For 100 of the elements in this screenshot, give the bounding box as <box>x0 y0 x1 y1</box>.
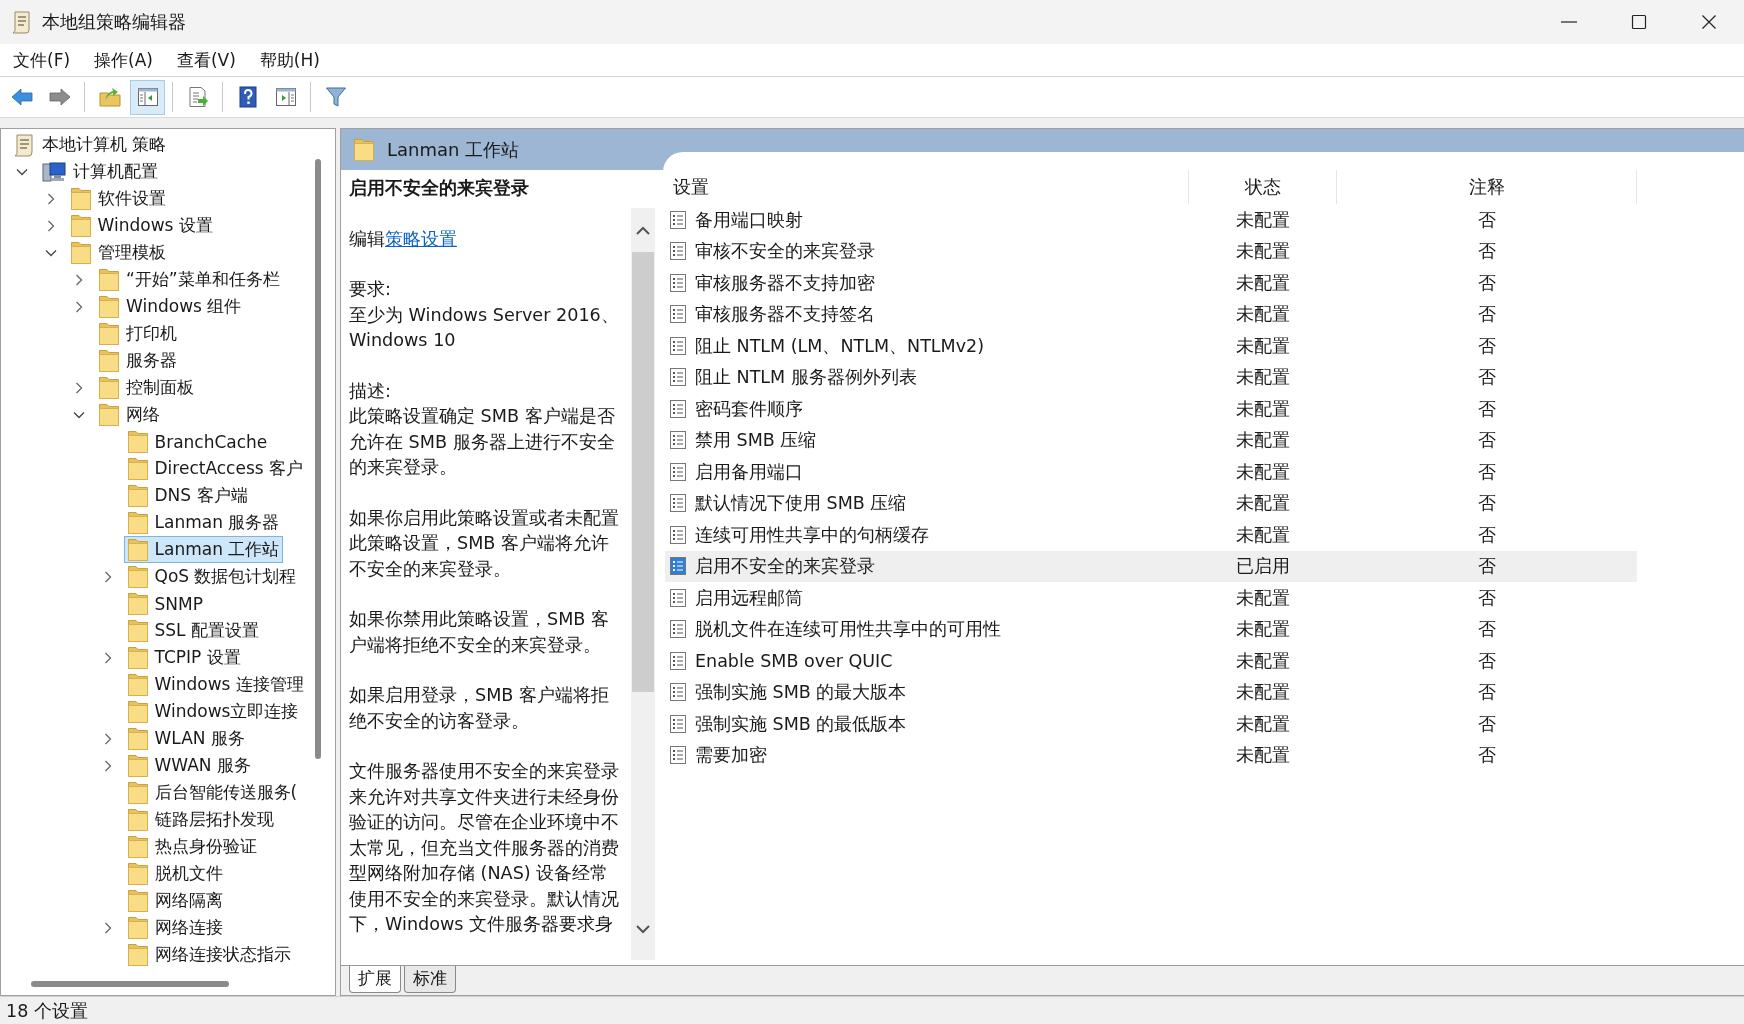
help-icon <box>236 86 259 108</box>
folder-icon <box>126 753 149 778</box>
view-tab[interactable]: 扩展 <box>349 966 401 993</box>
tree-item[interactable]: 控制面板 <box>95 374 198 401</box>
setting-name: 启用远程邮筒 <box>695 586 803 610</box>
setting-name: 启用不安全的来宾登录 <box>695 555 875 579</box>
setting-comment: 否 <box>1477 460 1497 484</box>
tree-item[interactable]: WWAN 服务 <box>123 752 255 779</box>
table-row[interactable]: 阻止 NTLM 服务器例外列表 未配置 否 <box>665 361 1637 393</box>
scroll-thumb[interactable] <box>31 981 229 987</box>
setting-state: 未配置 <box>1235 271 1291 295</box>
table-row[interactable]: 禁用 SMB 压缩 未配置 否 <box>665 424 1637 456</box>
tree-item[interactable]: 软件设置 <box>66 185 170 212</box>
setting-name: 默认情况下使用 SMB 压缩 <box>695 492 907 516</box>
table-row[interactable]: 连续可用性共享中的句柄缓存 未配置 否 <box>665 519 1637 551</box>
description-text: 文件服务器使用不安全的来宾登录来允许对共享文件夹进行未经身份验证的访问。尽管在企业环境中不太常见，但充当文件服务器的消费型网络附加存储 (NAS) 设备经常使用不安全的来宾登录。默认情况下，Windows 文件服务器要求身 <box>349 760 620 936</box>
tree-item[interactable]: 管理模板 <box>66 239 170 266</box>
policy-icon <box>669 335 687 356</box>
menu-item[interactable]: 查看(V) <box>167 45 245 75</box>
scroll-thumb[interactable] <box>632 252 654 692</box>
menu-item[interactable]: 操作(A) <box>85 45 162 75</box>
folder-icon <box>126 537 149 562</box>
policy-icon <box>669 461 687 482</box>
tree-item[interactable]: Windows 组件 <box>95 293 246 320</box>
section-label: 描述: <box>349 379 392 403</box>
menu-item[interactable]: 文件(F) <box>4 45 80 75</box>
setting-comment: 否 <box>1477 555 1497 579</box>
setting-comment: 否 <box>1477 712 1497 736</box>
tree-item[interactable]: Lanman 工作站 <box>123 536 284 563</box>
setting-state: 未配置 <box>1235 492 1291 516</box>
table-row[interactable]: 审核服务器不支持加密 未配置 否 <box>665 267 1637 299</box>
table-row[interactable]: 启用不安全的来宾登录 已启用 否 <box>665 550 1637 582</box>
table-row[interactable]: 启用远程邮筒 未配置 否 <box>665 582 1637 614</box>
column-header[interactable]: 设置 <box>665 170 1189 204</box>
table-row[interactable]: 阻止 NTLM (LM、NTLM、NTLMv2) 未配置 否 <box>665 330 1637 362</box>
policy-icon <box>669 304 687 325</box>
tree-item[interactable]: 热点身份验证 <box>123 833 261 860</box>
tree-item[interactable]: Windows立即连接 <box>123 698 303 725</box>
tree-item[interactable]: 网络连接状态指示 <box>123 941 295 968</box>
folder-icon <box>126 618 149 643</box>
tree-item[interactable]: WLAN 服务 <box>123 725 249 752</box>
tree-item[interactable]: DNS 客户端 <box>123 482 252 509</box>
tree-item[interactable]: 服务器 <box>95 347 181 374</box>
tree-item[interactable]: QoS 数据包计划程 <box>123 563 301 590</box>
setting-name: 强制实施 SMB 的最大版本 <box>695 681 907 705</box>
table-row[interactable]: 默认情况下使用 SMB 压缩 未配置 否 <box>665 487 1637 519</box>
tree-item[interactable]: DirectAccess 客户 <box>123 455 307 482</box>
scroll-thumb[interactable] <box>315 159 321 759</box>
scroll-down-icon <box>634 922 652 936</box>
tree-item[interactable]: 脱机文件 <box>123 860 227 887</box>
table-row[interactable]: 密码套件顺序 未配置 否 <box>665 393 1637 425</box>
edit-line: 编辑策略设置 <box>349 227 458 251</box>
scroll-document-icon <box>10 10 32 34</box>
table-row[interactable]: 备用端口映射 未配置 否 <box>665 204 1637 236</box>
section-label: 要求: <box>349 278 392 301</box>
column-header[interactable]: 状态 <box>1189 170 1337 204</box>
policy-title: 启用不安全的来宾登录 <box>349 177 530 200</box>
tree-item[interactable]: 网络隔离 <box>123 887 227 914</box>
policy-icon <box>669 398 687 419</box>
table-row[interactable]: 审核服务器不支持签名 未配置 否 <box>665 298 1637 330</box>
view-tab[interactable]: 标准 <box>404 966 456 993</box>
tree-item[interactable]: 计算机配置 <box>38 158 162 185</box>
tree-item[interactable]: Windows 连接管理 <box>123 671 308 698</box>
menu-item[interactable]: 帮助(H) <box>250 45 329 75</box>
tree-item[interactable]: 网络 <box>95 401 164 428</box>
pane-title: Lanman 工作站 <box>387 137 520 162</box>
status-text: 18 个设置 <box>6 999 88 1023</box>
tree-item[interactable]: SNMP <box>123 590 207 617</box>
show-tree-button[interactable] <box>130 79 165 115</box>
column-header[interactable]: 注释 <box>1337 170 1637 204</box>
tree-item[interactable]: 后台智能传送服务( <box>123 779 302 806</box>
tree-item[interactable]: Windows 设置 <box>66 212 217 239</box>
tree-item[interactable]: 链路层拓扑发现 <box>123 806 278 833</box>
tree-item[interactable]: SSL 配置设置 <box>123 617 263 644</box>
table-row[interactable]: 启用备用端口 未配置 否 <box>665 456 1637 488</box>
table-row[interactable]: 强制实施 SMB 的最大版本 未配置 否 <box>665 676 1637 708</box>
tree-item[interactable]: “开始”菜单和任务栏 <box>95 266 284 293</box>
tree-item[interactable]: 本地计算机 策略 <box>9 131 171 158</box>
policy-icon <box>669 619 687 640</box>
policy-icon <box>669 209 687 230</box>
folder-icon <box>69 213 92 238</box>
tree-item[interactable]: Lanman 服务器 <box>123 509 284 536</box>
setting-state: 未配置 <box>1235 303 1291 327</box>
table-row[interactable]: 审核不安全的来宾登录 未配置 否 <box>665 235 1637 267</box>
setting-comment: 否 <box>1477 618 1497 642</box>
tree-item[interactable]: 打印机 <box>95 320 181 347</box>
tree-item[interactable]: BranchCache <box>123 428 272 455</box>
table-row[interactable]: 需要加密 未配置 否 <box>665 739 1637 771</box>
policy-icon <box>669 556 687 577</box>
tree-item[interactable]: 网络连接 <box>123 914 227 941</box>
window-title: 本地组策略编辑器 <box>42 10 186 34</box>
policy-settings-link[interactable]: 策略设置 <box>385 228 457 249</box>
tree-item[interactable]: TCPIP 设置 <box>123 644 245 671</box>
table-row[interactable]: Enable SMB over QUIC 未配置 否 <box>665 645 1637 677</box>
table-row[interactable]: 脱机文件在连续可用性共享中的可用性 未配置 否 <box>665 613 1637 645</box>
table-row[interactable]: 强制实施 SMB 的最低版本 未配置 否 <box>665 708 1637 740</box>
description-text: 如果你禁用此策略设置，SMB 客户端将拒绝不安全的来宾登录。 <box>349 608 610 657</box>
folder-icon <box>126 483 149 508</box>
setting-comment: 否 <box>1477 523 1497 547</box>
description-text: 至少为 Windows Server 2016、Windows 10 <box>349 303 620 352</box>
